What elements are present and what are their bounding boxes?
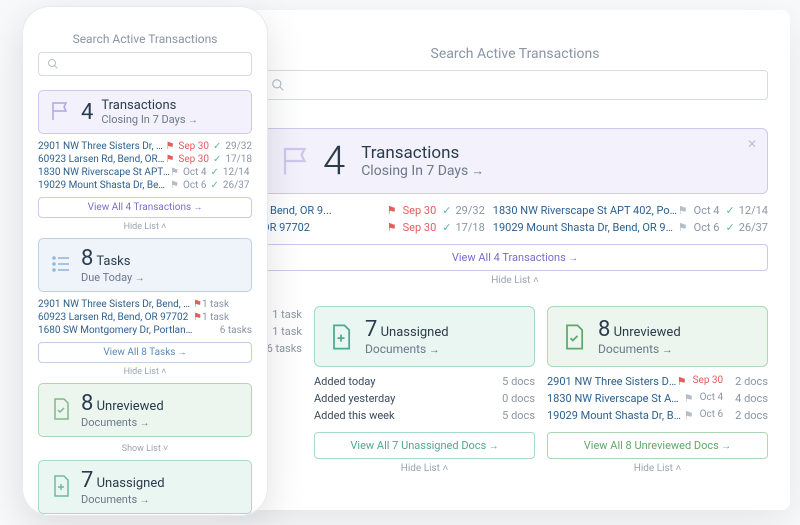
search-field[interactable] [291, 78, 759, 92]
flag-icon: ⚑ [165, 141, 174, 152]
flag-icon [279, 143, 315, 179]
list-item[interactable]: Added today5 docs [314, 373, 535, 390]
list-icon [49, 252, 73, 279]
list-item[interactable]: 2901 NW Three Sisters Dr, Bend, O...⚑Sep… [547, 373, 768, 390]
hide-list-button[interactable]: Hide List ˄ [38, 366, 252, 377]
view-all-transactions-button[interactable]: View All 4 Transactions [262, 244, 768, 271]
flag-icon: ⚑ [387, 221, 397, 234]
view-all-unassigned-button[interactable]: View All 7 Unassigned Docs [314, 432, 535, 459]
list-item[interactable]: 1830 NW Riverscape St APT 402, P...⚑Oct … [547, 390, 768, 407]
transactions-list: r, Bend, OR 9...⚑Sep 30✓29/32 OR 97702⚑S… [262, 202, 768, 236]
flag-icon: ⚑ [193, 312, 202, 323]
view-all-tasks-button[interactable]: View All 8 Tasks [38, 342, 252, 363]
task-row[interactable]: 60923 Larsen Rd, Bend, OR 97702⚑1 task [38, 311, 252, 324]
transaction-row[interactable]: 19029 Mount Shasta Dr, Bend, OR 977...⚑O… [493, 219, 768, 236]
chevron-up-icon: ˄ [533, 275, 539, 286]
list-item[interactable]: Added yesterday0 docs [314, 390, 535, 407]
tasks-card[interactable]: 8 TasksDue Today [38, 238, 252, 292]
transaction-row[interactable]: 60923 Larsen Rd, Bend, OR 97702⚑Sep 30✓1… [38, 153, 252, 166]
search-title: Search Active Transactions [38, 32, 252, 46]
document-plus-icon [49, 474, 73, 501]
transaction-row[interactable]: OR 97702⚑Sep 30✓17/18 [262, 219, 485, 236]
transaction-row[interactable]: 19029 Mount Shasta Dr, Bend, OR 9...⚑Oct… [38, 179, 252, 192]
desktop-panel: Search Active Transactions ✕ 4 Transacti… [240, 10, 790, 510]
hide-list-button[interactable]: Hide List ˄ [547, 463, 768, 474]
view-all-unreviewed-button[interactable]: View All 8 Unreviewed Docs [547, 432, 768, 459]
search-title: Search Active Transactions [262, 46, 768, 62]
chevron-down-icon: ˅ [163, 444, 168, 454]
document-check-icon [49, 397, 73, 424]
hide-list-button[interactable]: Hide List ˄ [38, 221, 252, 232]
search-input[interactable] [38, 52, 252, 76]
transaction-row[interactable]: 1830 NW Riverscape St APT 402, P...⚑Oct … [38, 166, 252, 179]
flag-icon: ⚑ [677, 375, 687, 388]
flag-icon: ⚑ [678, 221, 688, 234]
flag-icon: ⚑ [165, 154, 174, 165]
mobile-panel: Search Active Transactions 4 Transaction… [22, 6, 268, 516]
unreviewed-card[interactable]: 8 Unreviewed Documents [547, 306, 768, 367]
transactions-subtitle: Closing In 7 Days [361, 163, 484, 179]
chevron-up-icon: ˄ [161, 367, 166, 377]
flag-icon: ⚑ [678, 204, 688, 217]
search-icon [47, 58, 59, 70]
transactions-card[interactable]: 4 TransactionsClosing In 7 Days [38, 90, 252, 134]
hide-list-button[interactable]: Hide List ˄ [262, 275, 768, 286]
chevron-up-icon: ˄ [161, 222, 166, 232]
flag-icon: ⚑ [170, 167, 179, 178]
hide-list-button[interactable]: Hide List ˄ [314, 463, 535, 474]
unassigned-card[interactable]: 7 UnassignedDocuments [38, 460, 252, 514]
transaction-row[interactable]: 2901 NW Three Sisters Dr, Bend, O...⚑Sep… [38, 140, 252, 153]
chevron-up-icon: ˄ [675, 463, 681, 474]
close-icon[interactable]: ✕ [747, 137, 757, 151]
list-item[interactable]: 19029 Mount Shasta Dr, Bend, OR 9...⚑Oct… [547, 407, 768, 424]
show-list-button[interactable]: Show List ˅ [38, 443, 252, 454]
search-icon [271, 78, 285, 92]
unreviewed-card[interactable]: 8 UnreviewedDocuments [38, 383, 252, 437]
flag-icon: ⚑ [387, 204, 397, 217]
flag-icon: ⚑ [193, 299, 202, 310]
task-row[interactable]: 2901 NW Three Sisters Dr, Bend, OR 97703… [38, 298, 252, 311]
flag-icon [49, 99, 73, 126]
unassigned-card[interactable]: 7 Unassigned Documents [314, 306, 535, 367]
chevron-up-icon: ˄ [442, 463, 448, 474]
transactions-title: Transactions [361, 143, 484, 163]
document-plus-icon [327, 323, 355, 351]
view-all-transactions-button[interactable]: View All 4 Transactions [38, 197, 252, 218]
flag-icon: ⚑ [684, 392, 694, 405]
list-item[interactable]: Added this week5 docs [314, 407, 535, 424]
cards-row: ⚑1 task ⚑1 task 2016 tasks 7 Unassigned … [262, 306, 768, 474]
transactions-count: 4 [323, 141, 345, 181]
flag-icon: ⚑ [170, 180, 179, 191]
document-check-icon [560, 323, 588, 351]
search-input[interactable] [262, 70, 768, 100]
transactions-card[interactable]: ✕ 4 Transactions Closing In 7 Days [262, 128, 768, 194]
flag-icon: ⚑ [684, 409, 694, 422]
task-row[interactable]: 1680 SW Montgomery Dr, Portland, OR 9720… [38, 324, 252, 337]
transaction-row[interactable]: r, Bend, OR 9...⚑Sep 30✓29/32 [262, 202, 485, 219]
transaction-row[interactable]: 1830 NW Riverscape St APT 402, Port...⚑O… [493, 202, 768, 219]
